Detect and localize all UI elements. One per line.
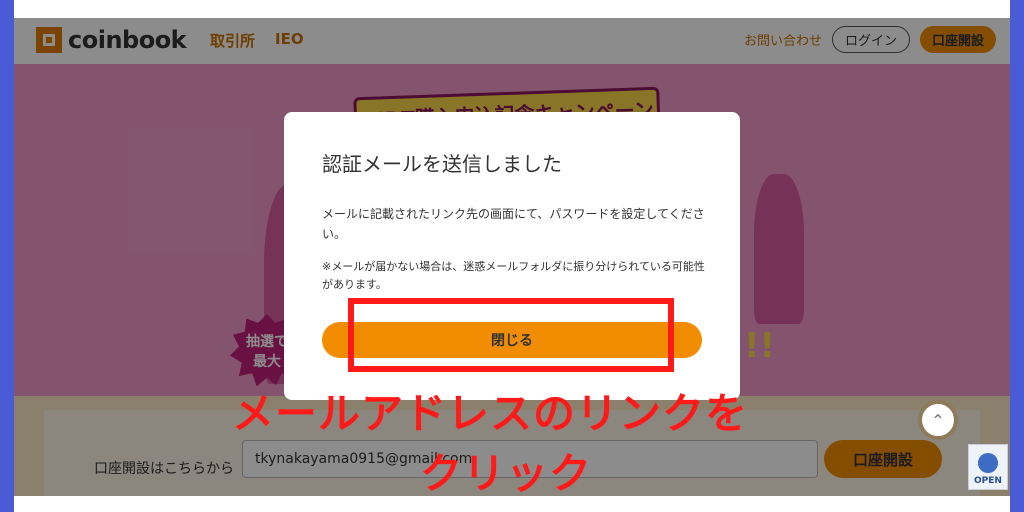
scroll-to-top-button[interactable]: ⌃	[918, 400, 958, 440]
highlight-box	[348, 298, 674, 372]
chevron-up-icon: ⌃	[931, 410, 945, 430]
right-frame-border	[1010, 0, 1024, 512]
annotation-text-line-2: クリック	[420, 449, 593, 498]
dialog-message: メールに記載されたリンク先の画面にて、パスワードを設定してください。	[322, 207, 705, 241]
open-badge-icon	[978, 453, 998, 473]
annotation-text-line-1: メールアドレスのリンクを	[232, 389, 749, 438]
left-frame-border	[0, 0, 14, 512]
open-badge[interactable]: OPEN	[968, 444, 1008, 490]
dialog-note: ※メールが届かない場合は、迷惑メールフォルダに振り分けられている可能性があります…	[322, 260, 705, 291]
dialog-title: 認証メールを送信しました	[322, 152, 562, 176]
open-badge-text: OPEN	[974, 476, 1002, 486]
